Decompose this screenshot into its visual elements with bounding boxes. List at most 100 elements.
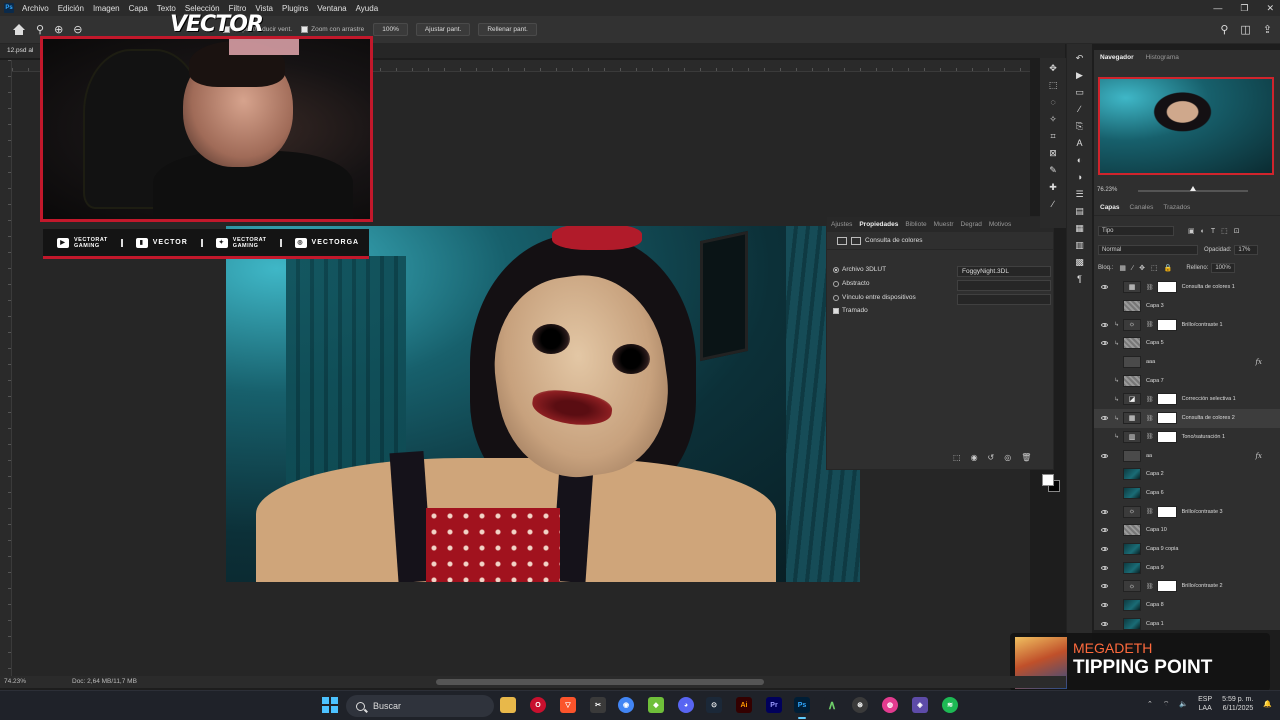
adjustment-icon[interactable]: ◪ — [1123, 393, 1141, 406]
horizontal-scrollbar[interactable] — [436, 679, 764, 685]
tab-muestras[interactable]: Muestr — [934, 221, 954, 228]
lasso-tool-icon[interactable]: ◌ — [1046, 96, 1060, 108]
steam-icon[interactable]: ⊙ — [706, 697, 722, 713]
layer-mask-thumbnail[interactable] — [1156, 580, 1177, 593]
layer-name[interactable]: Brillo/contraste 2 — [1182, 583, 1223, 589]
layer-name[interactable]: Consulta de colores 2 — [1182, 415, 1235, 421]
visibility-icon[interactable]: ◎ — [1004, 453, 1011, 462]
move-tool-icon[interactable]: ✥ — [1046, 62, 1060, 74]
menu-ventana[interactable]: Ventana — [317, 4, 346, 13]
tab-propiedades[interactable]: Propiedades — [859, 221, 898, 228]
chain-link-icon[interactable]: ⛓ — [1146, 583, 1154, 590]
layer-row[interactable]: ↳ ▥ ⛓ Tono/saturación 1 — [1094, 428, 1280, 447]
layer-thumbnail[interactable] — [1123, 542, 1141, 555]
chain-link-icon[interactable]: ⛓ — [1146, 508, 1154, 515]
eye-icon[interactable] — [1101, 565, 1108, 570]
adjustment-icon[interactable]: ▦ — [1123, 281, 1141, 294]
layer-name[interactable]: Capa 3 — [1146, 303, 1164, 309]
adjustment-icon[interactable]: ▦ — [1123, 412, 1141, 425]
document-artwork[interactable] — [226, 226, 860, 582]
taskbar-search[interactable]: Buscar — [346, 695, 494, 717]
layer-mask-thumbnail[interactable] — [1156, 281, 1177, 294]
eye-icon[interactable] — [1101, 453, 1108, 458]
adjustment-icon[interactable]: ☼ — [1123, 505, 1141, 518]
close-icon[interactable]: ✕ — [1266, 3, 1274, 14]
layer-row[interactable]: Capa 9 copia — [1094, 540, 1280, 559]
navigator-zoom-value[interactable]: 76.23% — [1097, 187, 1117, 193]
layer-thumbnail[interactable] — [1123, 449, 1141, 462]
layer-row[interactable]: Capa 8 — [1094, 596, 1280, 615]
layer-name[interactable]: Capa 9 copia — [1146, 546, 1178, 552]
dither-checkbox[interactable]: Tramado — [833, 307, 868, 314]
brave-icon[interactable]: ▽ — [560, 697, 576, 713]
home-icon[interactable] — [12, 23, 26, 36]
trash-icon[interactable]: 🗑 — [1021, 453, 1031, 462]
zoom-in-icon[interactable]: ⊕ — [54, 23, 63, 36]
tab-histogram[interactable]: Histograma — [1146, 54, 1179, 61]
layer-name[interactable]: Tono/saturación 1 — [1182, 434, 1225, 440]
tab-paths[interactable]: Trazados — [1163, 204, 1190, 211]
tab-ajustes[interactable]: Ajustes — [831, 221, 852, 228]
layer-filter-icons[interactable]: ▣◐T⬚⊡ — [1188, 227, 1246, 235]
lock-icons[interactable]: ▦∕✥⬚🔒 — [1119, 264, 1178, 272]
app-pink-icon[interactable]: ◍ — [882, 697, 898, 713]
menu-edicion[interactable]: Edición — [58, 4, 84, 13]
windows-start-icon[interactable] — [322, 697, 338, 713]
libraries-icon[interactable]: ▤ — [1073, 205, 1087, 217]
layer-name[interactable]: Capa 10 — [1146, 527, 1167, 533]
eye-icon[interactable] — [1101, 621, 1108, 626]
frame-tool-icon[interactable]: ⊠ — [1046, 147, 1060, 159]
tab-motivos[interactable]: Motivos — [989, 221, 1011, 228]
navigator-thumbnail[interactable] — [1098, 77, 1274, 175]
layer-row[interactable]: Capa 9 — [1094, 558, 1280, 577]
zoom-100-button[interactable]: 100% — [373, 23, 408, 36]
eye-icon[interactable] — [1101, 285, 1108, 290]
tray-volume-icon[interactable]: 🔈 — [1179, 700, 1188, 708]
marquee-tool-icon[interactable]: ⬚ — [1046, 79, 1060, 91]
app-gray-icon[interactable]: ⊛ — [852, 697, 868, 713]
radio-abstract[interactable]: Abstracto — [833, 280, 869, 287]
layer-name[interactable]: Capa 7 — [1146, 378, 1164, 384]
menu-ayuda[interactable]: Ayuda — [356, 4, 379, 13]
brush-tool-icon[interactable]: ∕ — [1046, 198, 1060, 210]
tray-chevron-up-icon[interactable]: ⌃ — [1147, 700, 1153, 708]
layer-row[interactable]: Capa 6 — [1094, 484, 1280, 503]
layer-filter-select[interactable]: Tipo — [1098, 226, 1174, 236]
layer-mask-thumbnail[interactable] — [1156, 318, 1177, 331]
layer-row[interactable]: Capa 2 — [1094, 465, 1280, 484]
eye-icon[interactable] — [1101, 472, 1108, 476]
menu-archivo[interactable]: Archivo — [22, 4, 49, 13]
app-purple-icon[interactable]: ◈ — [912, 697, 928, 713]
opacity-input[interactable]: 17% — [1234, 245, 1259, 255]
fill-screen-button[interactable]: Rellenar pant. — [478, 23, 537, 36]
chain-link-icon[interactable]: ⛓ — [1146, 321, 1154, 328]
tray-wifi-icon[interactable]: ⌔ — [1163, 700, 1170, 709]
menu-imagen[interactable]: Imagen — [93, 4, 120, 13]
eye-icon[interactable] — [1101, 341, 1108, 346]
maximize-icon[interactable]: ❐ — [1240, 3, 1248, 14]
status-doc-info[interactable]: Doc: 2,64 MB/11,7 MB — [72, 678, 137, 685]
layer-row[interactable]: ☼ ⛓ Brillo/contraste 2 — [1094, 577, 1280, 596]
radio-3dlut[interactable]: Archivo 3DLUT — [833, 266, 886, 273]
chain-link-icon[interactable]: ⛓ — [1146, 415, 1154, 422]
menu-capa[interactable]: Capa — [129, 4, 148, 13]
tab-biblioteca[interactable]: Bibliote — [905, 221, 926, 228]
eye-icon[interactable] — [1101, 360, 1108, 364]
tab-degradados[interactable]: Degrad — [961, 221, 982, 228]
history-icon[interactable]: ↶ — [1073, 52, 1087, 64]
layer-row[interactable]: aa fx — [1094, 446, 1280, 465]
navigator-zoom-slider[interactable] — [1138, 186, 1248, 192]
taskbar-clock[interactable]: 5:59 p. m. 6/11/2025 — [1222, 695, 1253, 713]
opera-gx-icon[interactable]: O — [530, 697, 546, 713]
crop-tool-icon[interactable]: ⌗ — [1046, 130, 1060, 142]
color-icon[interactable]: ◐ — [1073, 154, 1087, 166]
layer-name[interactable]: Capa 8 — [1146, 602, 1164, 608]
eye-icon[interactable] — [1101, 397, 1108, 401]
eye-icon[interactable] — [1101, 491, 1108, 495]
eye-icon[interactable] — [1101, 379, 1108, 383]
reset-icon[interactable]: ↺ — [988, 453, 995, 462]
workspace-icon[interactable]: ◫ — [1240, 23, 1250, 36]
menu-plugins[interactable]: Plugins — [282, 4, 308, 13]
layer-name[interactable]: aaa — [1146, 359, 1155, 365]
premiere-icon[interactable]: Pr — [766, 697, 782, 713]
